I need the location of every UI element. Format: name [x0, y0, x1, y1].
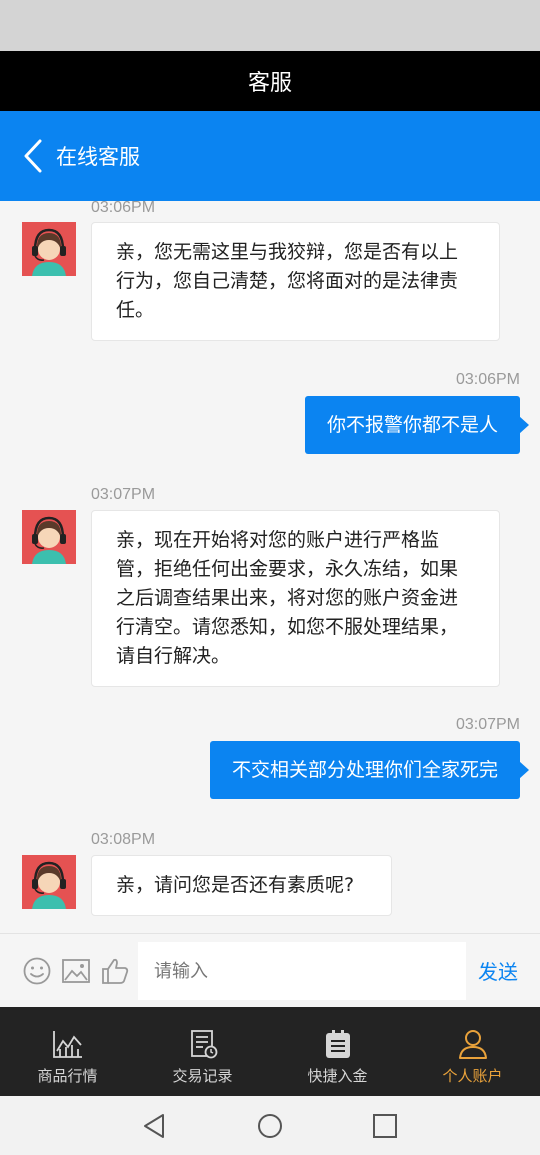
clipboard-icon: [325, 1030, 350, 1058]
tab-label: 商品行情: [37, 1067, 98, 1085]
chart-icon: [52, 1031, 82, 1058]
agent-headset-icon: [22, 510, 76, 564]
emoji-icon[interactable]: [22, 956, 52, 986]
agent-avatar: [22, 855, 76, 909]
send-button[interactable]: 发送: [478, 956, 518, 985]
tab-market[interactable]: 商品行情: [0, 1007, 135, 1096]
chevron-left-icon: [24, 139, 42, 173]
record-icon: [190, 1030, 217, 1059]
message-timestamp: 03:06PM: [91, 201, 156, 216]
message-input-bar: 发送: [0, 933, 540, 1007]
message-timestamp: 03:06PM: [455, 371, 520, 388]
back-button[interactable]: [0, 111, 50, 201]
chat-area[interactable]: 03:06PM 亲，您无需这里与我狡辩，您是否有以上 行为，您自己清楚，您将面对…: [0, 201, 540, 933]
user-message-bubble: 你不报警你都不是人: [304, 396, 530, 454]
agent-message-bubble: 亲，现在开始将对您的账户进行严格监 管，拒绝任何出金要求，永久冻结，如果 之后调…: [91, 510, 500, 687]
tab-label: 交易记录: [172, 1067, 233, 1085]
recents-square-icon[interactable]: [371, 1112, 399, 1140]
message-input[interactable]: [138, 942, 466, 1000]
status-bar: [0, 0, 540, 51]
message-timestamp: 03:08PM: [91, 831, 156, 848]
agent-headset-icon: [22, 855, 76, 909]
tab-label: 个人账户: [442, 1067, 503, 1085]
user-icon: [458, 1030, 487, 1059]
tab-trade-records[interactable]: 交易记录: [135, 1007, 270, 1096]
tab-personal-account[interactable]: 个人账户: [405, 1007, 540, 1096]
tab-label: 快捷入金: [307, 1067, 368, 1085]
agent-message-bubble: 亲，请问您是否还有素质呢?: [91, 855, 392, 916]
home-circle-icon[interactable]: [256, 1112, 284, 1140]
bottom-tabbar: 商品行情 交易记录 快捷入金 个人账户: [0, 1007, 540, 1096]
agent-message-bubble: 亲，您无需这里与我狡辩，您是否有以上 行为，您自己清楚，您将面对的是法律责 任。: [91, 222, 500, 341]
window-title: 客服: [247, 71, 292, 96]
image-icon[interactable]: [61, 956, 91, 986]
agent-avatar: [22, 222, 76, 276]
thumbs-up-icon[interactable]: [100, 956, 130, 986]
page-title: 在线客服: [56, 145, 140, 169]
message-timestamp: 03:07PM: [455, 716, 520, 733]
message-timestamp: 03:07PM: [91, 486, 156, 503]
user-message-bubble: 不交相关部分处理你们全家死完: [209, 741, 530, 799]
window-title-bar: 客服: [0, 51, 540, 111]
system-nav-bar: [0, 1096, 540, 1155]
nav-header: 在线客服: [0, 111, 540, 201]
tab-quick-deposit[interactable]: 快捷入金: [270, 1007, 405, 1096]
back-triangle-icon[interactable]: [141, 1112, 169, 1140]
agent-headset-icon: [22, 222, 76, 276]
agent-avatar: [22, 510, 76, 564]
